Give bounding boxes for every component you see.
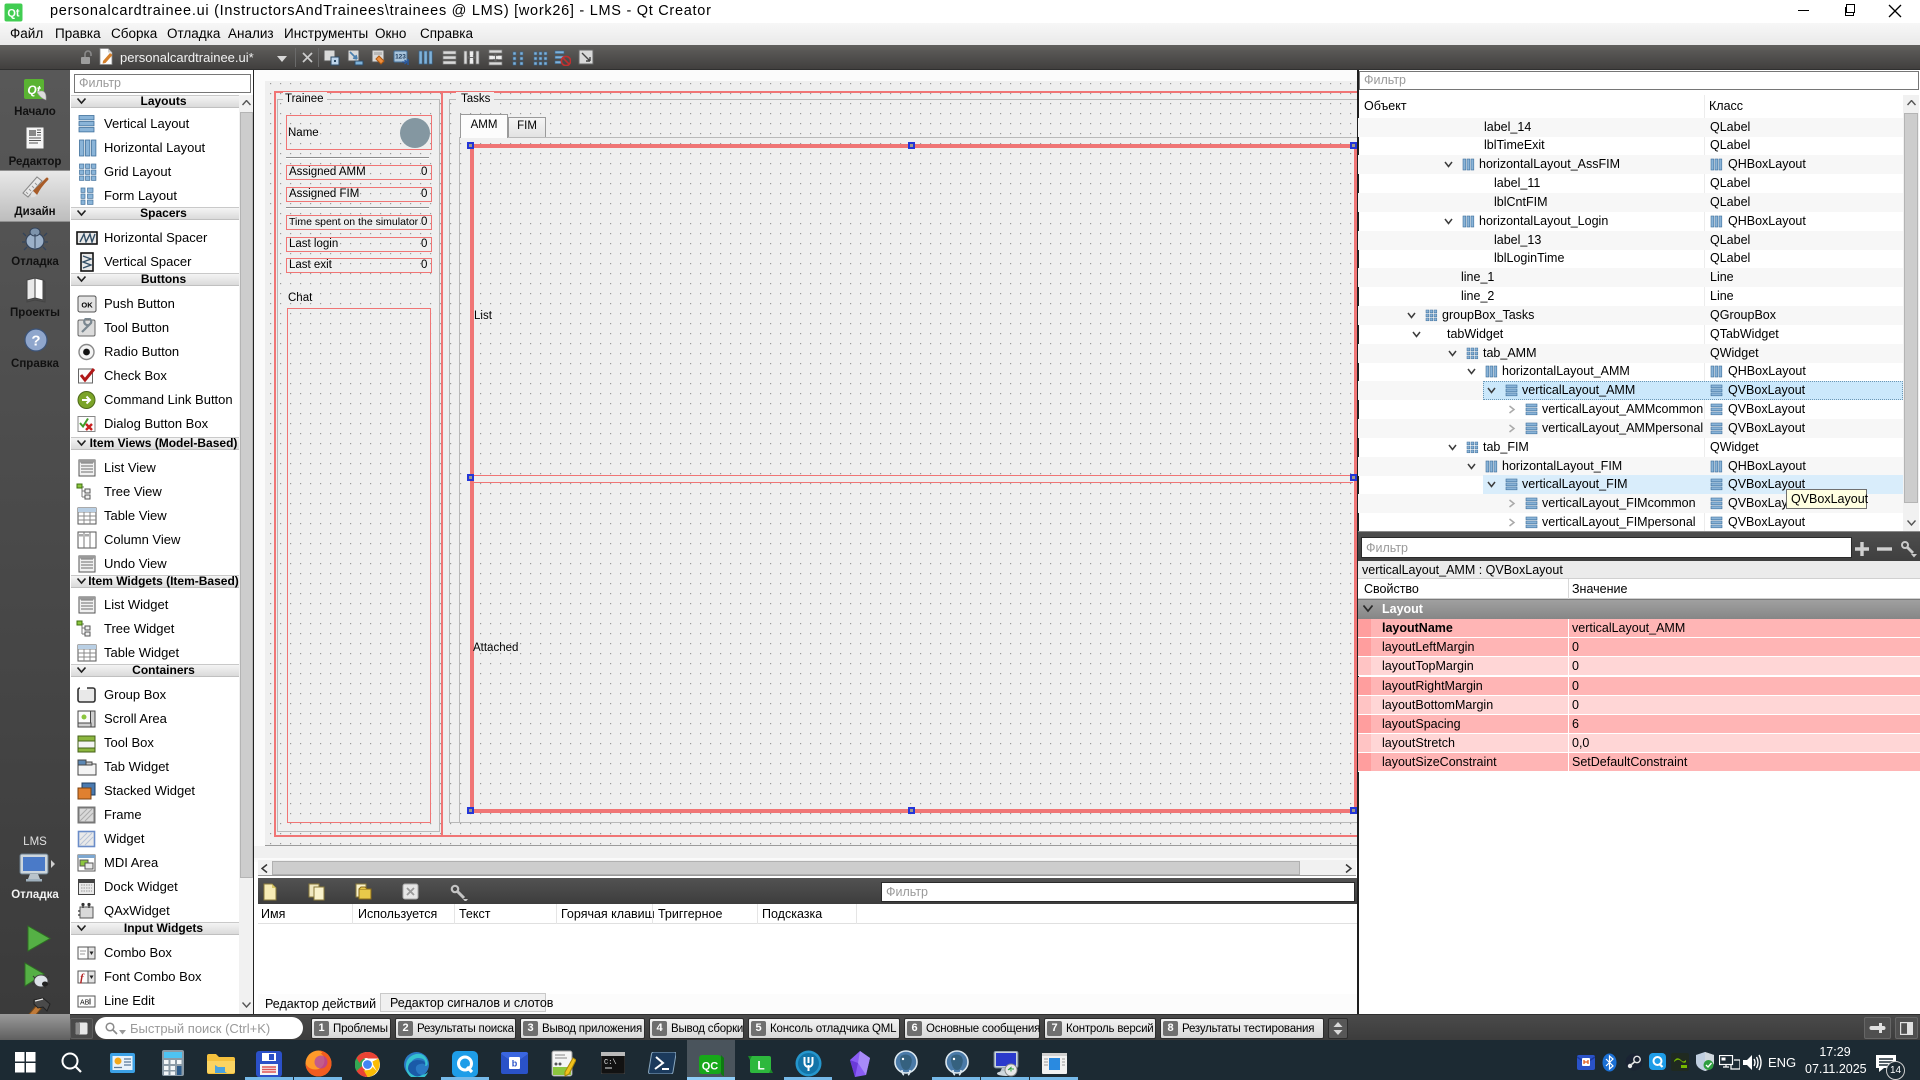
svg-text:123: 123 [395, 54, 406, 61]
svg-text:C:\: C:\ [604, 1059, 617, 1067]
svg-text:b: b [512, 1059, 518, 1069]
svg-text:L: L [757, 1059, 764, 1073]
svg-text:OK: OK [81, 301, 93, 310]
svg-text:Qt: Qt [7, 8, 20, 20]
svg-text:?: ? [31, 333, 40, 350]
svg-text:AB: AB [80, 1000, 90, 1007]
svg-text:QC: QC [702, 1061, 719, 1073]
